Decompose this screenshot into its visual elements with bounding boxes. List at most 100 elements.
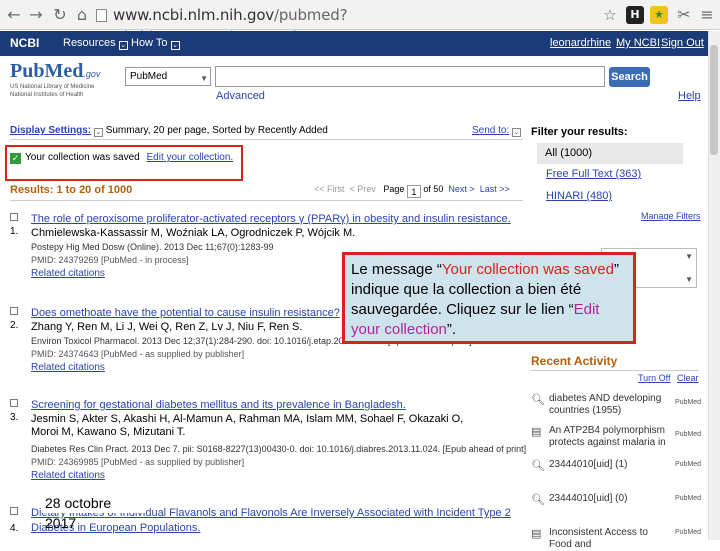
filter-free-full-text[interactable]: Free Full Text (363) (546, 168, 641, 180)
callout-highlight-saved: Your collection was saved (441, 261, 614, 278)
pager: << First < Prev Page 1 of 50 Next > Last… (314, 184, 510, 198)
recent-activity-source: PubMed (675, 399, 702, 406)
chevron-down-icon: ⌄ (170, 41, 180, 50)
recent-activity-source: PubMed (675, 529, 702, 536)
advanced-link[interactable]: Advanced (216, 90, 265, 102)
search-button[interactable]: Search (609, 67, 650, 87)
recent-activity-text[interactable]: diabetes AND developing countries (1955) (549, 393, 671, 417)
recent-activity-item[interactable]: 🔍︎ 23444010[uid] (1) PubMed (531, 459, 701, 475)
recent-activity-item[interactable]: 🔍︎ 23444010[uid] (0) PubMed (531, 493, 701, 509)
extension-h-icon[interactable]: H (626, 6, 644, 24)
myncbi-link[interactable]: My NCBI (616, 37, 660, 49)
result-checkbox[interactable] (10, 307, 18, 315)
filter-all[interactable]: All (1000) (537, 143, 683, 164)
reload-icon[interactable]: ↻ (50, 5, 70, 25)
bookmark-star-icon[interactable]: ☆ (600, 5, 620, 25)
recent-activity-text[interactable]: 23444010[uid] (0) (549, 493, 671, 505)
result-pmid: PMID: 24369985 [PubMed - as supplied by … (31, 457, 245, 467)
edit-collection-link[interactable]: Edit your collection. (146, 152, 233, 163)
manage-filters-link[interactable]: Manage Filters (641, 211, 701, 221)
user-link[interactable]: leonardrhine (550, 37, 611, 49)
result-journal: Diabetes Res Clin Pract. 2013 Dec 7. pii… (31, 444, 527, 454)
recent-activity-source: PubMed (675, 461, 702, 468)
page-number-input[interactable]: 1 (406, 185, 421, 198)
back-icon[interactable]: ← (4, 5, 24, 25)
related-citations-link[interactable]: Related citations (31, 470, 105, 481)
result-title-link[interactable]: Does omethoate have the potential to cau… (31, 307, 340, 319)
last-page-link[interactable]: Last >> (480, 184, 510, 194)
help-link[interactable]: Help (678, 90, 701, 102)
chevron-down-icon: ⌄ (118, 41, 128, 50)
divider (10, 200, 523, 201)
logo-pub: Pub (10, 60, 45, 82)
next-page-link[interactable]: Next > (448, 184, 474, 194)
home-icon[interactable]: ⌂ (72, 5, 92, 25)
extension-star-icon[interactable]: ★ (650, 6, 668, 24)
result-checkbox[interactable] (10, 507, 18, 515)
saved-text: Your collection was saved (25, 152, 140, 163)
chevron-down-icon: ⌄ (512, 128, 522, 137)
result-title-link[interactable]: Screening for gestational diabetes melli… (31, 399, 406, 411)
menu-icon[interactable]: ≡ (697, 5, 717, 25)
recent-activity-item[interactable]: ▤ Inconsistent Access to Food and PubMed (531, 527, 702, 550)
result-title-link[interactable]: The role of peroxisome proliferator-acti… (31, 213, 511, 225)
result-authors: Chmielewska-Kassassir M, Woźniak LA, Ogr… (31, 227, 356, 239)
callout-text: ”. (446, 321, 457, 338)
database-select[interactable]: PubMed ▼ (125, 67, 211, 86)
send-to-menu[interactable]: Send to: ⌄ (472, 125, 522, 137)
address-bar[interactable]: www.ncbi.nlm.nih.gov/pubmed?cmd=historys… (96, 4, 501, 46)
related-citations-link[interactable]: Related citations (31, 268, 105, 279)
recent-activity-text[interactable]: Inconsistent Access to Food and (549, 527, 671, 551)
send-to-label: Send to: (472, 125, 510, 136)
logo-subtitle-nlm: US National Library of Medicine (10, 84, 95, 90)
filter-hinari[interactable]: HINARI (480) (546, 190, 612, 202)
result-number: 1. (10, 226, 19, 237)
chevron-down-icon[interactable]: ⌄ (93, 128, 103, 137)
result-authors: Zhang Y, Ren M, Li J, Wei Q, Ren Z, Lv J… (31, 321, 303, 333)
result-number: 2. (10, 320, 19, 331)
turn-off-link[interactable]: Turn Off (638, 373, 671, 383)
saved-message: ✓ Your collection was saved Edit your col… (10, 152, 233, 164)
ncbi-logo[interactable]: NCBI (10, 36, 39, 50)
howto-label: How To (131, 37, 168, 49)
clear-link[interactable]: Clear (677, 373, 699, 383)
related-citations-link[interactable]: Related citations (31, 362, 105, 373)
prev-page-link[interactable]: < Prev (350, 184, 376, 194)
display-settings-link[interactable]: Display Settings: (10, 125, 91, 136)
date-stamp: 28 octobre 2017 (42, 493, 146, 531)
recent-activity-text[interactable]: An ATP2B4 polymorphism protects against … (549, 425, 671, 449)
annotation-callout: Le message “Your collection was saved” i… (342, 252, 636, 344)
search-icon: 🔍︎ (531, 393, 545, 406)
result-pmid: PMID: 24379269 [PubMed - in process] (31, 255, 189, 265)
result-checkbox[interactable] (10, 399, 18, 407)
results-count: Results: 1 to 20 of 1000 (10, 184, 133, 196)
dropdown-arrow-icon: ▼ (200, 74, 208, 83)
recent-activity-title: Recent Activity (531, 354, 618, 368)
recent-activity-item[interactable]: ▤ An ATP2B4 polymorphism protects agains… (531, 425, 701, 451)
result-checkbox[interactable] (10, 213, 18, 221)
first-page-link[interactable]: << First (314, 184, 345, 194)
result-authors: Jesmin S, Akter S, Akashi H, Al-Mamun A,… (31, 413, 464, 438)
signout-link[interactable]: Sign Out (661, 37, 704, 49)
result-number: 4. (10, 523, 19, 534)
page-label: Page (383, 184, 405, 194)
howto-menu[interactable]: How To ⌄ (131, 37, 180, 50)
search-input[interactable] (215, 66, 605, 87)
recent-activity-text[interactable]: 23444010[uid] (1) (549, 459, 671, 471)
resources-menu[interactable]: Resources ⌄ (63, 37, 128, 50)
dropdown-arrow-icon: ▼ (685, 275, 693, 284)
url-host: www.ncbi.nlm.nih.gov (113, 6, 274, 24)
display-settings-value: Summary, 20 per page, Sorted by Recently… (105, 125, 328, 136)
pubmed-logo[interactable]: PubMed.gov US National Library of Medici… (10, 60, 120, 104)
browser-toolbar: ← → ↻ ⌂ www.ncbi.nlm.nih.gov/pubmed?cmd=… (0, 0, 720, 46)
scrollbar-thumb[interactable] (710, 45, 718, 155)
search-icon: 🔍︎ (531, 493, 545, 506)
logo-gov: .gov (83, 69, 101, 79)
forward-icon[interactable]: → (26, 5, 46, 25)
filter-title: Filter your results: (531, 126, 628, 138)
recent-activity-item[interactable]: 🔍︎ diabetes AND developing countries (19… (531, 393, 701, 419)
tools-icon[interactable]: ✂ (674, 5, 694, 25)
result-number: 3. (10, 412, 19, 423)
result-item: 3. Screening for gestational diabetes me… (10, 399, 526, 491)
ncbi-header-bar: NCBI Resources ⌄ How To ⌄ leonardrhine M… (0, 31, 708, 56)
